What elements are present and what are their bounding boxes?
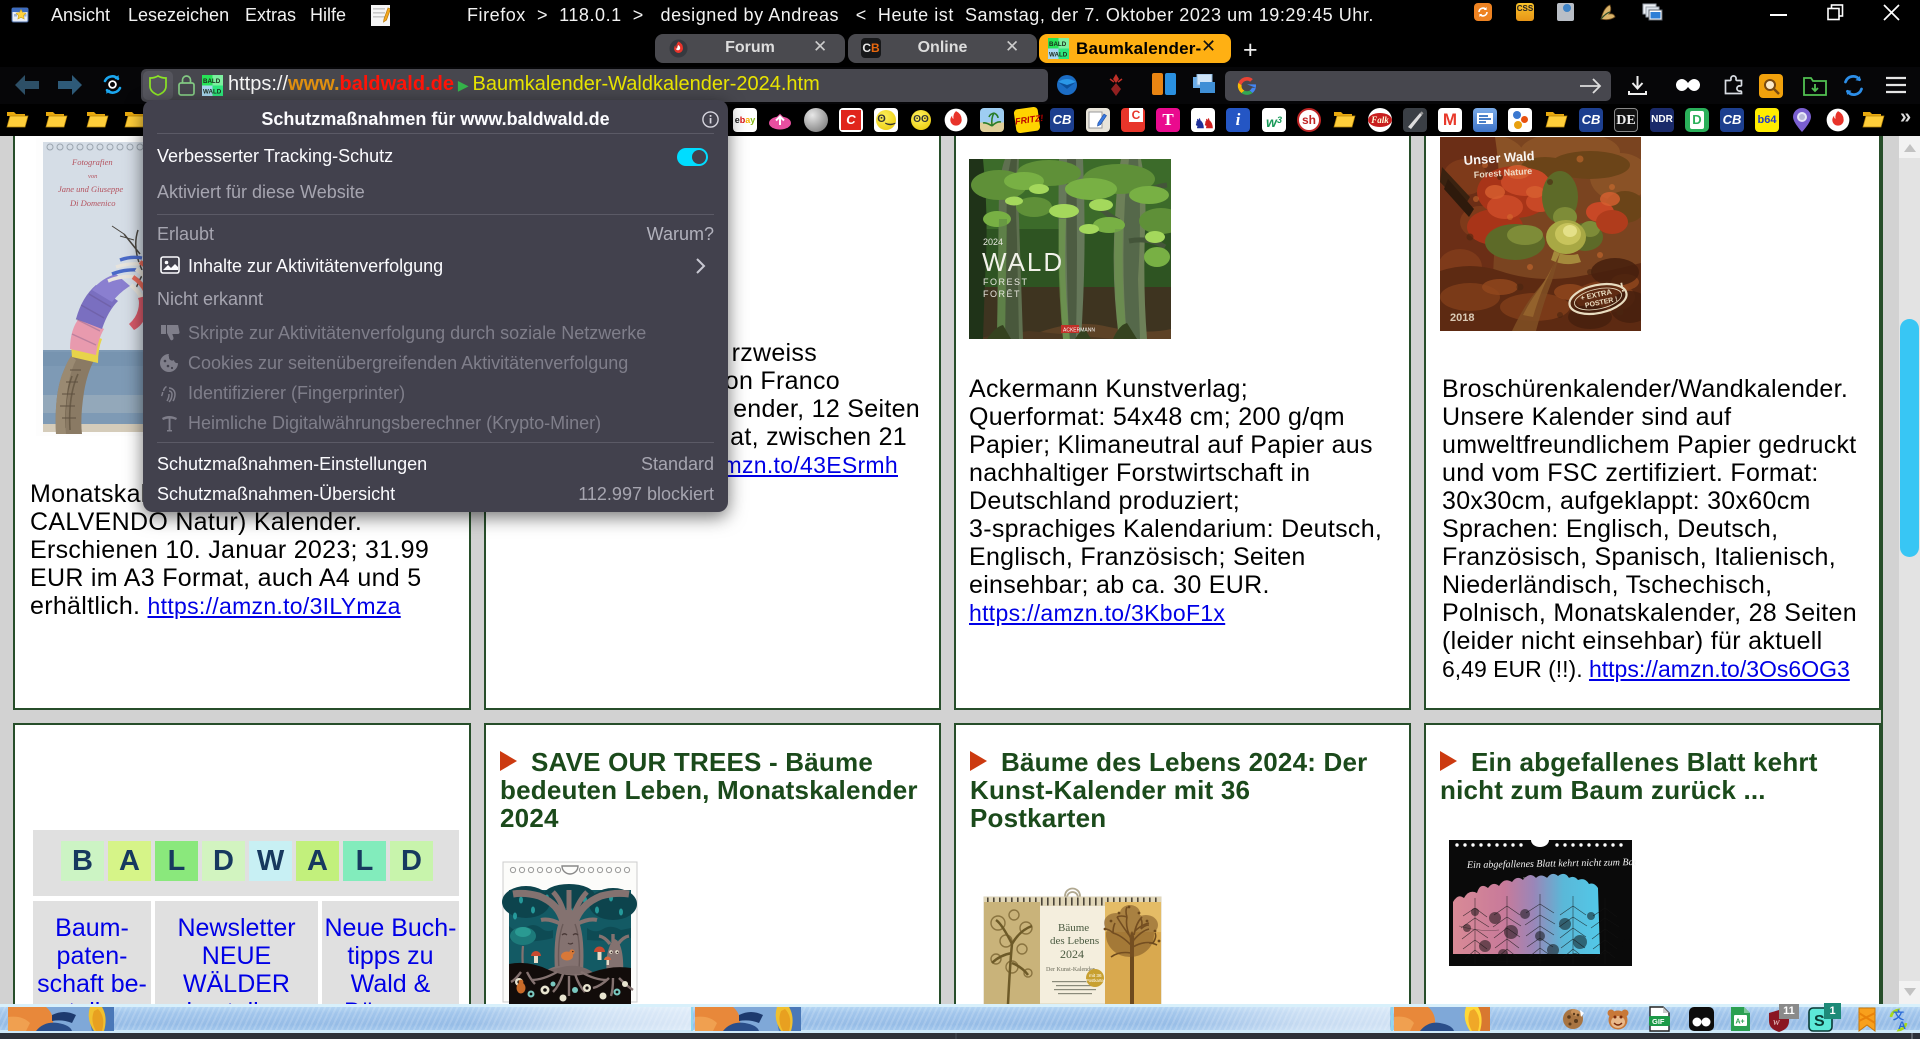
svg-text:Jane und Giuseppe: Jane und Giuseppe bbox=[58, 184, 123, 194]
svg-text:Fotografien: Fotografien bbox=[71, 157, 113, 167]
svg-text:2024: 2024 bbox=[983, 237, 1003, 247]
svg-text:Di Domenico: Di Domenico bbox=[69, 198, 116, 208]
svg-text:von: von bbox=[88, 173, 97, 180]
svg-text:2024: 2024 bbox=[1060, 947, 1084, 961]
svg-text:Bäume: Bäume bbox=[1058, 922, 1089, 934]
svg-text:GIF: GIF bbox=[1652, 1017, 1665, 1026]
svg-text:2018: 2018 bbox=[1450, 312, 1474, 324]
svg-text:A: A bbox=[1898, 1020, 1906, 1032]
svg-text:ACKERMANN: ACKERMANN bbox=[1063, 328, 1095, 334]
svg-text:Der Kunst-Kalender: Der Kunst-Kalender bbox=[1046, 967, 1095, 973]
svg-text:BALD: BALD bbox=[203, 78, 221, 85]
svg-text:Postkarten: Postkarten bbox=[1086, 978, 1107, 983]
svg-text:BALD: BALD bbox=[1049, 41, 1067, 48]
svg-text:FORÊT: FORÊT bbox=[983, 289, 1021, 299]
svg-text:A+: A+ bbox=[1736, 1019, 1745, 1026]
svg-text:FOREST: FOREST bbox=[983, 277, 1029, 287]
svg-text:WALD: WALD bbox=[982, 247, 1064, 277]
svg-text:WALD: WALD bbox=[203, 89, 222, 96]
svg-text:des Lebens: des Lebens bbox=[1050, 935, 1099, 947]
svg-text:WALD: WALD bbox=[1049, 52, 1068, 59]
